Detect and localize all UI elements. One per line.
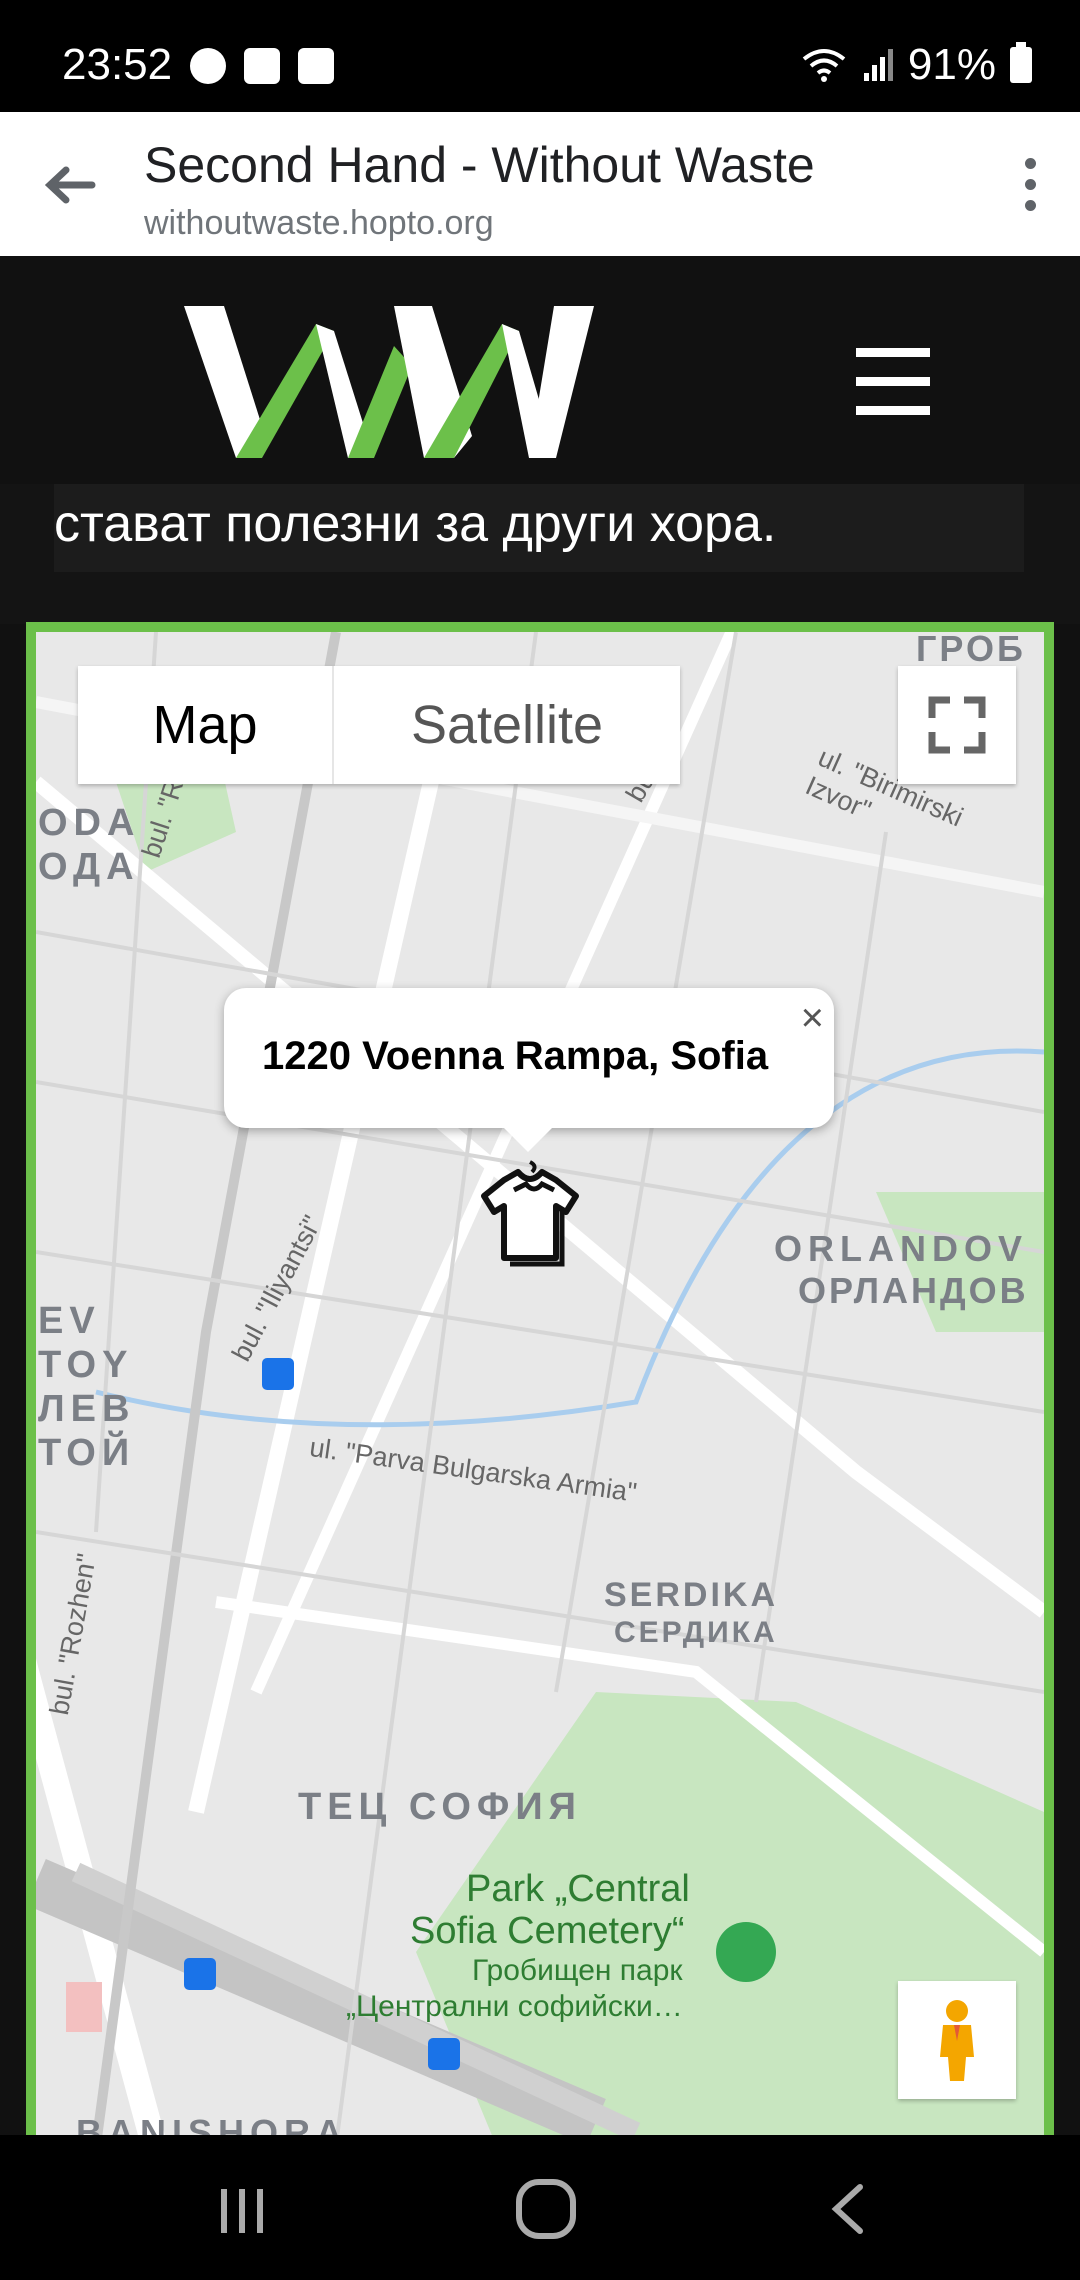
messenger-icon bbox=[190, 48, 226, 84]
system-nav-bar bbox=[0, 2135, 1080, 2280]
map-label-lev-cyr: ЛЕВ bbox=[38, 1388, 136, 1430]
page-url: withoutwaste.hopto.org bbox=[144, 204, 494, 242]
map-label-park-2: Sofia Cemetery“ bbox=[410, 1910, 685, 1952]
content-section: стават полезни за други хора. bbox=[0, 484, 1080, 624]
info-window: 1220 Voenna Rampa, Sofia × bbox=[224, 988, 834, 1152]
map-label-park-4: „Централни софийски… bbox=[346, 1990, 683, 2023]
status-bar: 23:52 91% bbox=[0, 0, 1080, 112]
fullscreen-button[interactable] bbox=[898, 666, 1016, 784]
map-label-serdika-lat: SERDIKA bbox=[604, 1576, 779, 1614]
shirt-marker-icon[interactable] bbox=[474, 1160, 586, 1272]
home-icon[interactable] bbox=[514, 2177, 578, 2241]
nav-back-icon[interactable] bbox=[826, 2181, 870, 2237]
map-type-map-button[interactable]: Map bbox=[78, 666, 332, 784]
close-icon[interactable]: × bbox=[801, 996, 824, 1041]
wifi-icon bbox=[802, 49, 846, 82]
map-container[interactable]: ODA ОДА EV TOY ЛЕВ ТОЙ ORLANDOV ОРЛАНДОВ… bbox=[26, 622, 1054, 2135]
map-label-oda-cyr: ОДА bbox=[38, 846, 140, 888]
map-label-park-3: Гробищен парк bbox=[472, 1954, 683, 1987]
back-arrow-icon[interactable] bbox=[40, 160, 100, 210]
alarm-icon bbox=[244, 48, 280, 84]
fullscreen-icon bbox=[928, 696, 986, 754]
map-label-toy-lat: TOY bbox=[38, 1344, 134, 1386]
map-label-oda-lat: ODA bbox=[38, 802, 141, 844]
street-view-pegman-button[interactable] bbox=[898, 1981, 1016, 2099]
map-label-orlandov-cyr: ОРЛАНДОВ bbox=[798, 1270, 1029, 1311]
site-header bbox=[0, 256, 1080, 484]
logo-icon[interactable] bbox=[184, 306, 594, 458]
browser-toolbar: Second Hand - Without Waste withoutwaste… bbox=[0, 112, 1080, 256]
map-label-orlandov-lat: ORLANDOV bbox=[774, 1228, 1028, 1269]
gallery-icon bbox=[298, 48, 334, 84]
notification-icons bbox=[190, 48, 334, 84]
map-label-banishora: BANISHORA bbox=[76, 2112, 349, 2135]
map-label-grob: ГРОБ bbox=[916, 628, 1026, 669]
battery-percent: 91% bbox=[907, 40, 996, 89]
more-options-icon[interactable] bbox=[1020, 158, 1040, 212]
status-time: 23:52 bbox=[62, 40, 173, 89]
page-title: Second Hand - Without Waste bbox=[144, 137, 815, 193]
status-right: 91% bbox=[800, 40, 1032, 90]
menu-icon[interactable] bbox=[856, 348, 930, 435]
info-window-address: 1220 Voenna Rampa, Sofia bbox=[262, 1034, 769, 1078]
battery-icon bbox=[1010, 42, 1032, 83]
map-label-toy-cyr: ТОЙ bbox=[38, 1432, 136, 1474]
map-label-serdika-cyr: СЕРДИКА bbox=[614, 1616, 778, 1649]
map-type-satellite-button[interactable]: Satellite bbox=[332, 666, 680, 784]
map-label-ev-lat: EV bbox=[38, 1300, 101, 1342]
map-label-park-1: Park „Central bbox=[466, 1868, 690, 1910]
recent-apps-icon[interactable] bbox=[214, 2183, 270, 2239]
intro-text: стават полезни за други хора. bbox=[54, 495, 777, 553]
map-label-tets-sofia: ТЕЦ СОФИЯ bbox=[298, 1786, 582, 1828]
signal-icon bbox=[863, 49, 893, 81]
map-type-control: Map Satellite bbox=[78, 666, 680, 784]
pegman-icon bbox=[940, 2000, 974, 2081]
